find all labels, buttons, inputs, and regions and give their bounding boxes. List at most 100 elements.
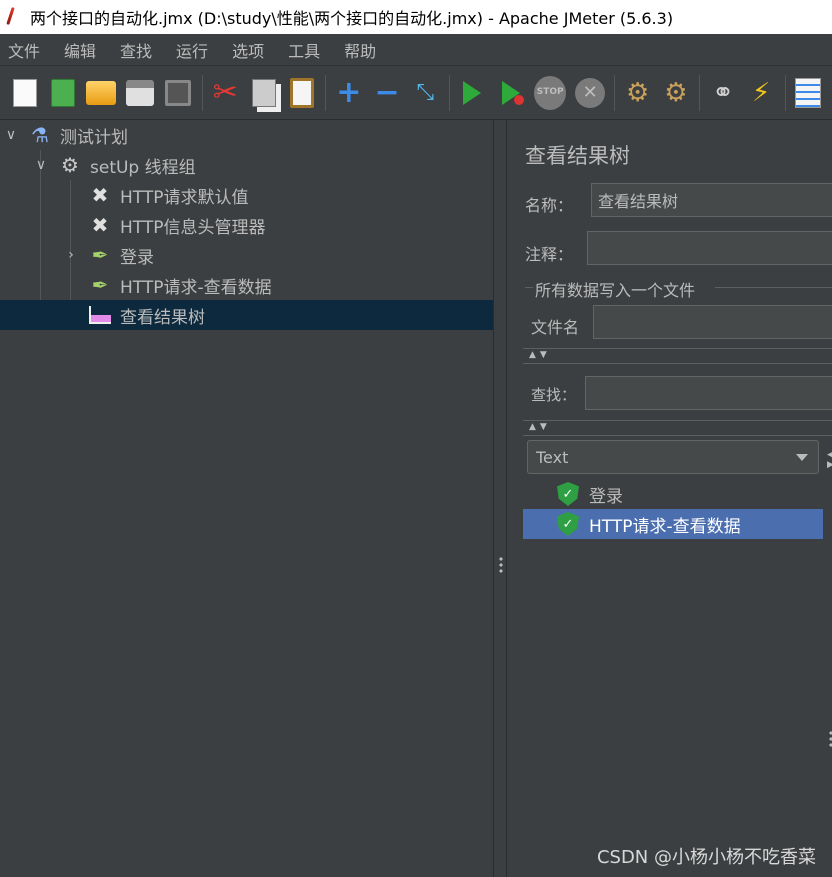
name-label: 名称： (525, 196, 574, 215)
result-item-label: 登录 (589, 486, 623, 507)
search-button[interactable]: ⚭ (708, 75, 737, 111)
copy-button[interactable] (249, 75, 278, 111)
menu-run[interactable]: 运行 (176, 38, 208, 62)
menu-bar: 文件 编辑 查找 运行 选项 工具 帮助 (0, 34, 832, 66)
toolbar-separator (448, 74, 450, 111)
collapse-all-button[interactable]: − (372, 75, 401, 111)
comment-field[interactable] (587, 231, 832, 265)
panel-title: 查看结果树 (525, 144, 630, 168)
stop-button[interactable]: STOP (534, 75, 567, 111)
window-title: 两个接口的自动化.jmx (D:\study\性能\两个接口的自动化.jmx) … (30, 9, 674, 28)
tree-item-label: 登录 (120, 247, 154, 268)
toolbar-separator (699, 74, 701, 111)
clear-gear-broom-icon: ⚙ (626, 77, 650, 108)
tree-item-view-results-tree[interactable]: 查看结果树 (0, 300, 493, 330)
flask-icon: ⚗ (31, 123, 49, 147)
menu-help[interactable]: 帮助 (344, 38, 376, 62)
chevron-right-icon[interactable]: › (64, 247, 78, 263)
menu-search[interactable]: 查找 (120, 38, 152, 62)
success-shield-icon: ✓ (557, 482, 579, 506)
expand-arrows-icon[interactable]: ◀ ▶ (827, 450, 832, 470)
clear-all-button[interactable]: ⚙ (661, 75, 690, 111)
tree-item-http-view-data[interactable]: ✒ HTTP请求-查看数据 (88, 270, 272, 300)
tree-item-label: HTTP信息头管理器 (120, 217, 266, 238)
reset-search-button[interactable]: ⚡ (747, 75, 776, 111)
window-titlebar: 两个接口的自动化.jmx (D:\study\性能\两个接口的自动化.jmx) … (0, 0, 832, 34)
filename-label: 文件名 (531, 318, 580, 337)
shutdown-button[interactable]: ✕ (575, 75, 606, 111)
tree-item-http-defaults[interactable]: ✖ HTTP请求默认值 (88, 180, 249, 210)
comment-label: 注释： (525, 245, 574, 264)
tools-icon: ✖ (91, 213, 109, 237)
drag-handle-icon[interactable] (499, 556, 503, 574)
group-border (715, 287, 832, 288)
templates-button[interactable] (48, 75, 77, 111)
file-group-label: 所有数据写入一个文件 (535, 281, 696, 300)
split-pane-divider[interactable] (493, 120, 507, 877)
function-helper-button[interactable] (794, 75, 823, 111)
chevron-down-icon[interactable]: ∨ (34, 157, 48, 173)
tree-item-label: setUp 线程组 (90, 157, 196, 178)
tree-item-test-plan[interactable]: ∨ ⚗ 测试计划 (4, 120, 493, 150)
broom-icon: ⚡ (752, 77, 771, 108)
shutdown-icon: ✕ (575, 77, 606, 108)
templates-icon (50, 78, 75, 107)
toolbar-separator (325, 74, 327, 111)
name-field[interactable]: 查看结果树 (591, 183, 832, 217)
graph-icon (88, 303, 112, 327)
cut-button[interactable]: ✂ (211, 75, 240, 111)
tools-icon: ✖ (91, 183, 109, 207)
collapse-arrows-icon[interactable]: ▲▼ (529, 422, 551, 432)
tree-item-label: 测试计划 (60, 127, 128, 148)
menu-tools[interactable]: 工具 (288, 38, 320, 62)
divider (523, 348, 832, 349)
new-button[interactable] (10, 75, 39, 111)
tree-item-header-manager[interactable]: ✖ HTTP信息头管理器 (88, 210, 266, 240)
plus-icon: + (336, 74, 362, 110)
chevron-down-icon[interactable]: ∨ (4, 127, 18, 143)
clear-all-broom-icon: ⚙ (664, 77, 688, 108)
watermark: CSDN @小杨小杨不吃香菜 (596, 847, 816, 868)
menu-file[interactable]: 文件 (8, 38, 40, 62)
list-icon (795, 77, 822, 108)
scissors-icon: ✂ (212, 74, 238, 110)
menu-edit[interactable]: 编辑 (64, 38, 96, 62)
play-no-timers-icon (501, 80, 524, 105)
tree-item-login[interactable]: › ✒ 登录 (64, 240, 154, 270)
stop-icon: STOP (534, 75, 567, 110)
minus-icon: − (374, 74, 400, 110)
result-item-login[interactable]: ✓ 登录 (523, 479, 823, 509)
divider (523, 435, 832, 436)
print-button[interactable] (125, 75, 154, 111)
copy-icon (251, 78, 276, 107)
menu-options[interactable]: 选项 (232, 38, 264, 62)
renderer-select[interactable]: Text (527, 440, 819, 474)
renderer-selected-value: Text (536, 447, 569, 467)
result-item-http-view-data[interactable]: ✓ HTTP请求-查看数据 (523, 509, 823, 539)
toolbar-separator (201, 74, 203, 111)
expand-all-button[interactable]: + (334, 75, 363, 111)
view-results-tree-panel: 查看结果树 名称： 查看结果树 注释： 所有数据写入一个文件 文件名 ▲▼ 查找… (507, 120, 832, 877)
printer-icon (126, 79, 154, 106)
open-button[interactable] (86, 75, 117, 111)
paste-button[interactable] (287, 75, 316, 111)
filename-field[interactable] (593, 305, 832, 339)
start-button[interactable] (458, 75, 487, 111)
start-no-pauses-button[interactable] (496, 75, 525, 111)
folder-icon (86, 80, 117, 105)
result-item-label: HTTP请求-查看数据 (589, 516, 741, 537)
clear-button[interactable]: ⚙ (623, 75, 652, 111)
search-label: 查找： (531, 386, 577, 404)
new-document-icon (12, 78, 37, 107)
toolbar-separator (614, 74, 616, 111)
toolbar: ✂ + − ⤡ STOP ✕ ⚙ ⚙ ⚭ ⚡ (0, 66, 832, 120)
divider (523, 420, 832, 421)
gear-icon: ⚙ (61, 153, 79, 177)
search-input[interactable] (585, 376, 832, 410)
toggle-button[interactable]: ⤡ (411, 75, 440, 111)
collapse-arrows-icon[interactable]: ▲▼ (529, 350, 551, 360)
dropper-icon: ✒ (91, 243, 109, 267)
tree-item-setup-thread-group[interactable]: ∨ ⚙ setUp 线程组 (34, 150, 493, 180)
group-border (525, 287, 533, 288)
save-button[interactable] (164, 75, 193, 111)
